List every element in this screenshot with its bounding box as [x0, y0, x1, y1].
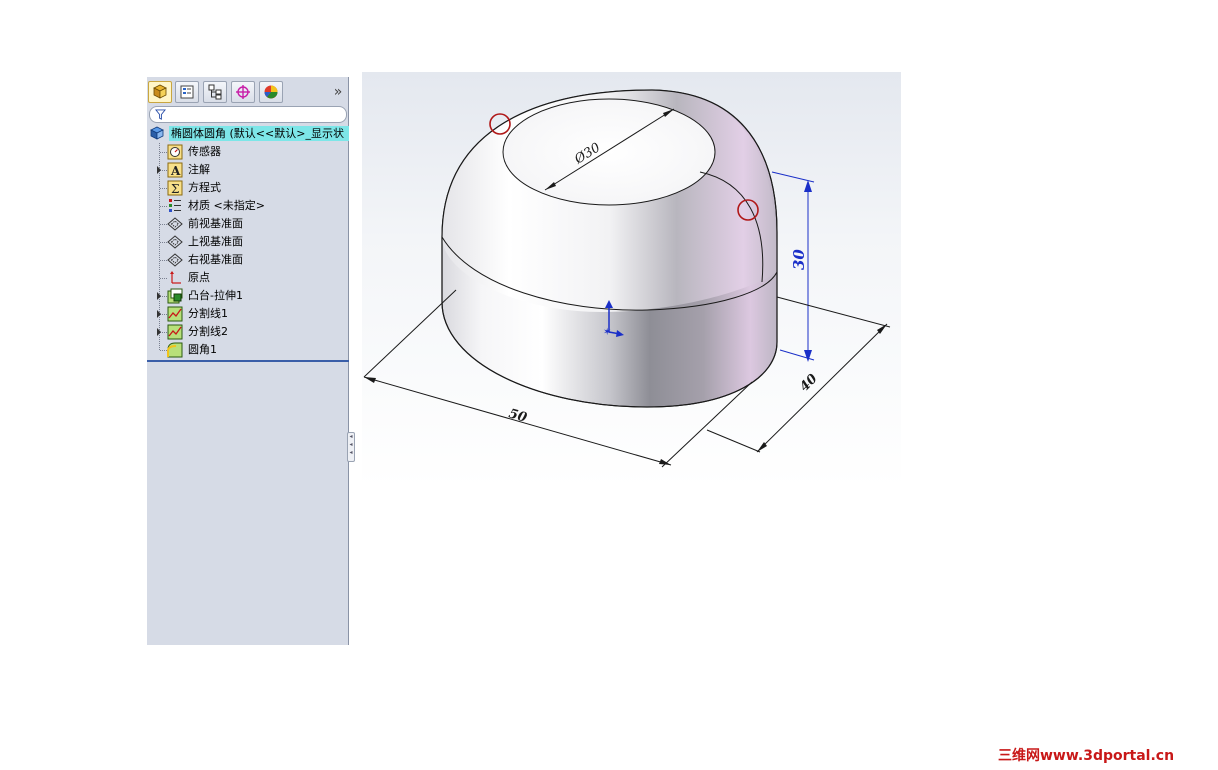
tree-item-label: 材质 <未指定> — [188, 199, 265, 212]
propertymanager-icon — [180, 85, 194, 99]
configurationmanager-tab[interactable] — [203, 81, 227, 103]
svg-text:A: A — [170, 164, 181, 178]
dimxpert-tab[interactable] — [231, 81, 255, 103]
fillet-icon — [167, 342, 183, 358]
plane-icon — [167, 217, 183, 231]
part-icon — [150, 126, 164, 140]
tree-item-label: 上视基准面 — [188, 235, 243, 248]
panel-splitter-handle[interactable]: ◂ ◂ ◂ — [347, 432, 355, 462]
tree-item-label: 注解 — [188, 163, 210, 176]
part-body[interactable] — [441, 89, 778, 408]
display-manager-icon — [264, 85, 278, 99]
tree-connector — [160, 206, 167, 207]
svg-text:Σ: Σ — [171, 182, 179, 196]
material-icon — [169, 199, 181, 212]
tree-connector — [160, 332, 167, 333]
graphics-area[interactable]: ✶ Ø30 30 50 40 — [362, 72, 901, 488]
expand-arrow-icon[interactable] — [157, 310, 161, 318]
propertymanager-tab[interactable] — [175, 81, 199, 103]
display-manager-tab[interactable] — [259, 81, 283, 103]
tree-item-label: 右视基准面 — [188, 253, 243, 266]
plane-icon — [167, 235, 183, 249]
configurationmanager-icon — [208, 84, 222, 100]
tree-item-label: 前视基准面 — [188, 217, 243, 230]
boss-extrude-icon — [167, 288, 183, 304]
tree-item[interactable]: 传感器 — [157, 143, 347, 161]
dimxpert-icon — [236, 85, 250, 99]
tree-connector — [160, 188, 167, 189]
featuremanager-tab[interactable] — [148, 81, 172, 103]
tree-item-label: 圆角1 — [188, 343, 217, 356]
featuremanager-icon — [153, 84, 167, 99]
sensor-icon — [167, 144, 183, 160]
plane-icon — [167, 253, 183, 267]
tree-item[interactable]: A 注解 — [157, 161, 347, 179]
split-line-icon — [167, 306, 183, 322]
tree-item[interactable]: 前视基准面 — [157, 215, 347, 233]
height-dimension-label: 30 — [790, 249, 808, 270]
more-tabs-button[interactable]: » — [331, 84, 345, 100]
tree-item[interactable]: Σ 方程式 — [157, 179, 347, 197]
tree-item[interactable]: 上视基准面 — [157, 233, 347, 251]
tree-connector — [160, 350, 167, 351]
expand-arrow-icon[interactable] — [157, 328, 161, 336]
tree-item-label: 分割线1 — [188, 307, 228, 320]
tree-connector — [160, 224, 167, 225]
equation-icon: Σ — [167, 180, 183, 196]
svg-text:✶: ✶ — [603, 327, 611, 338]
filter-icon — [155, 109, 166, 120]
tree-item-label: 凸台-拉伸1 — [188, 289, 243, 302]
split-line-icon — [167, 324, 183, 340]
tree-connector — [160, 152, 167, 153]
tree-filter-input[interactable] — [149, 106, 347, 123]
tree-item[interactable]: 原点 — [157, 269, 347, 287]
tree-root-part[interactable]: 椭圆体圆角 (默认<<默认>_显示状 — [147, 125, 349, 142]
expand-arrow-icon[interactable] — [157, 166, 161, 174]
tree-item[interactable]: 凸台-拉伸1 — [157, 287, 347, 305]
depth-dimension-label: 40 — [797, 371, 820, 394]
model-view[interactable]: ✶ Ø30 30 50 40 — [362, 72, 901, 488]
feature-manager-panel: » 椭圆体圆角 (默认<<默认>_显示状 传感器 A 注解 Σ 方程式材质 <未指定> 前… — [147, 77, 355, 645]
tree-item-label: 方程式 — [188, 181, 221, 194]
tree-item[interactable]: 分割线2 — [157, 323, 347, 341]
tree-item[interactable]: 材质 <未指定> — [157, 197, 347, 215]
tree-item[interactable]: 分割线1 — [157, 305, 347, 323]
tree-item[interactable]: 圆角1 — [157, 341, 347, 359]
watermark: 三维网www.3dportal.cn — [998, 748, 1175, 764]
origin-icon — [170, 271, 181, 284]
tree-connector — [160, 296, 167, 297]
expand-arrow-icon[interactable] — [157, 292, 161, 300]
annotation-icon: A — [167, 162, 183, 178]
tree-item-label: 传感器 — [188, 145, 221, 158]
tree-item-label: 分割线2 — [188, 325, 228, 338]
height-dimension[interactable]: 30 — [771, 171, 815, 362]
manager-tabs: » — [147, 79, 349, 105]
tree-item-label: 原点 — [188, 271, 210, 284]
tree-connector — [160, 242, 167, 243]
tree-connector — [160, 314, 167, 315]
rollback-bar[interactable] — [147, 360, 349, 362]
tree-root-label: 椭圆体圆角 (默认<<默认>_显示状 — [169, 126, 349, 141]
tree-connector — [160, 170, 167, 171]
tree-connector — [160, 278, 167, 279]
tree-connector — [160, 260, 167, 261]
tree-item[interactable]: 右视基准面 — [157, 251, 347, 269]
